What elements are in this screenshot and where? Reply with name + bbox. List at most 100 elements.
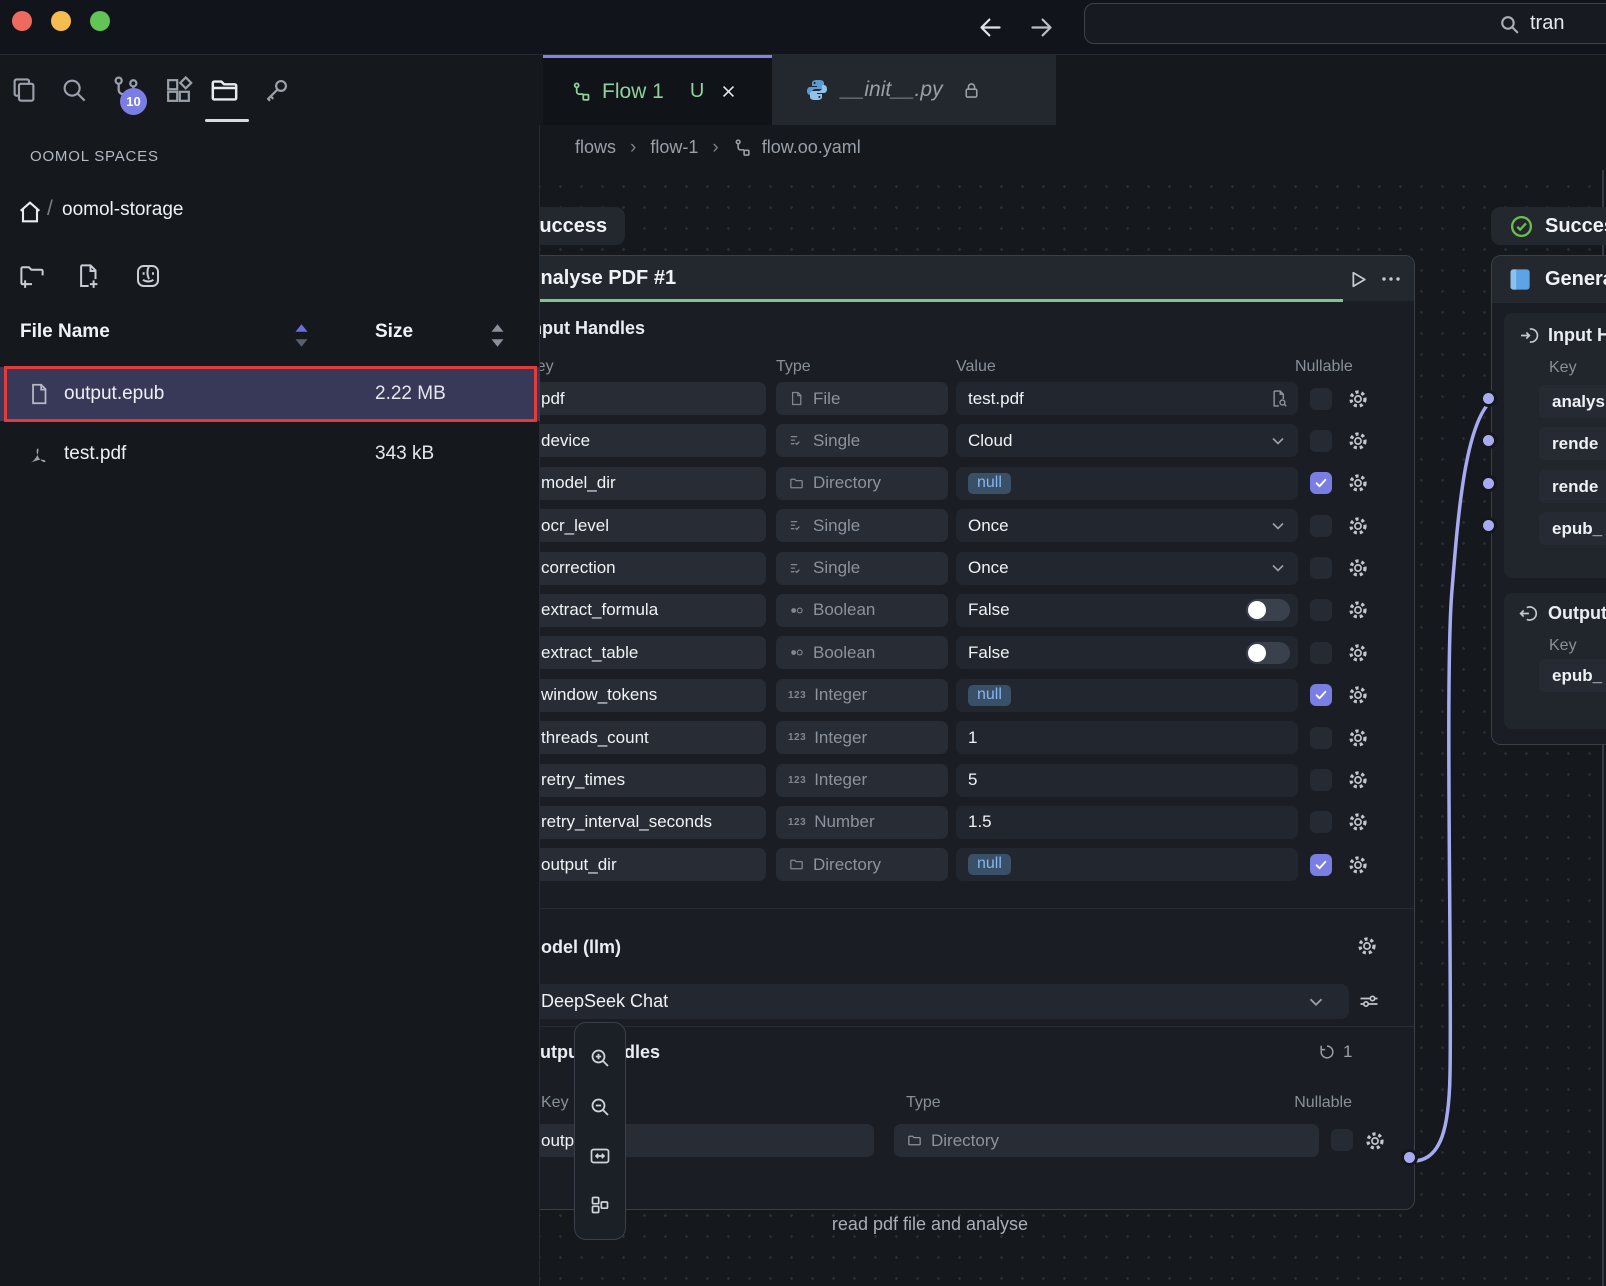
gear-icon[interactable] (1346, 810, 1370, 834)
key-field[interactable]: correction (540, 552, 766, 585)
nullable-checkbox[interactable] (1310, 727, 1332, 749)
activity-extensions-button[interactable] (160, 72, 196, 108)
input-field[interactable]: rende (1539, 427, 1606, 460)
nullable-checkbox[interactable] (1310, 557, 1332, 579)
breadcrumb-item-flows[interactable]: flows (575, 137, 616, 158)
key-field[interactable]: extract_table (540, 636, 766, 669)
node-header[interactable]: Genera (1492, 256, 1606, 303)
run-node-button[interactable] (1344, 266, 1370, 292)
breadcrumb-item-flow-yaml[interactable]: flow.oo.yaml (762, 137, 861, 158)
value-field[interactable]: test.pdf (956, 382, 1298, 415)
gear-icon[interactable] (1346, 556, 1370, 580)
tab-init-py[interactable]: __init__.py (772, 55, 1056, 125)
nullable-checkbox[interactable] (1310, 599, 1332, 621)
breadcrumb-item-flow-1[interactable]: flow-1 (650, 137, 698, 158)
input-handle-dot[interactable] (1480, 517, 1497, 534)
value-select[interactable]: Cloud (956, 424, 1298, 457)
home-button[interactable] (16, 198, 44, 226)
activity-secrets-button[interactable] (258, 72, 294, 108)
key-field[interactable]: retry_times (540, 764, 766, 797)
key-field[interactable]: model_dir (540, 467, 766, 500)
node-generate[interactable]: Genera Input H Key analys rende rende ep… (1491, 255, 1606, 745)
key-field[interactable]: retry_interval_seconds (540, 806, 766, 839)
gear-icon[interactable] (1346, 768, 1370, 792)
column-header-filename[interactable]: File Name (20, 321, 110, 343)
close-tab-button[interactable] (720, 83, 737, 100)
zoom-out-button[interactable] (587, 1094, 613, 1120)
input-handle-dot[interactable] (1480, 432, 1497, 449)
key-field[interactable]: ocr_level (540, 509, 766, 542)
auto-layout-button[interactable] (587, 1192, 613, 1218)
back-button[interactable] (972, 9, 1008, 45)
key-field[interactable]: window_tokens (540, 679, 766, 712)
node-analyse-pdf[interactable]: Analyse PDF #1 Input Handles Key Type Va… (540, 255, 1415, 1210)
gear-icon[interactable] (1346, 471, 1370, 495)
value-field[interactable]: null (956, 679, 1298, 712)
close-window-button[interactable] (12, 11, 32, 31)
filename-sort-control[interactable] (294, 322, 309, 349)
flow-canvas[interactable]: Success Analyse PDF #1 Input Handles Key… (540, 170, 1606, 1286)
nullable-checkbox[interactable] (1310, 769, 1332, 791)
output-handle-dot[interactable] (1401, 1149, 1418, 1166)
reveal-in-finder-button[interactable] (132, 260, 164, 292)
key-field[interactable]: output_dir (540, 848, 766, 881)
input-field[interactable]: epub_ (1539, 512, 1606, 545)
gear-icon[interactable] (1346, 853, 1370, 877)
column-header-size[interactable]: Size (375, 321, 413, 343)
nullable-checkbox[interactable] (1310, 472, 1332, 494)
gear-icon[interactable] (1355, 934, 1379, 958)
input-handle-dot[interactable] (1480, 475, 1497, 492)
input-field[interactable]: analys (1539, 385, 1606, 418)
value-select[interactable]: Once (956, 552, 1298, 585)
file-row-test-pdf[interactable]: test.pdf 343 kB (0, 427, 540, 481)
nullable-checkbox[interactable] (1310, 811, 1332, 833)
zoom-in-button[interactable] (587, 1045, 613, 1071)
activity-pages-button[interactable] (6, 72, 42, 108)
key-field[interactable]: device (540, 424, 766, 457)
new-file-button[interactable] (72, 260, 104, 292)
gear-icon[interactable] (1346, 387, 1370, 411)
node-header[interactable]: Analyse PDF #1 (540, 256, 1414, 301)
nullable-checkbox[interactable] (1310, 642, 1332, 664)
nullable-checkbox[interactable] (1331, 1129, 1353, 1151)
gear-icon[interactable] (1346, 641, 1370, 665)
gear-icon[interactable] (1346, 429, 1370, 453)
input-handle-dot[interactable] (1480, 390, 1497, 407)
maximize-window-button[interactable] (90, 11, 110, 31)
nullable-checkbox[interactable] (1310, 854, 1332, 876)
key-field[interactable]: extract_formula (540, 594, 766, 627)
node-more-button[interactable] (1378, 266, 1404, 292)
value-select[interactable]: Once (956, 509, 1298, 542)
handle-history-button[interactable]: 1 (1317, 1042, 1352, 1062)
nullable-checkbox[interactable] (1310, 430, 1332, 452)
input-field[interactable]: rende (1539, 470, 1606, 503)
minimize-window-button[interactable] (51, 11, 71, 31)
value-field[interactable]: 1 (956, 721, 1298, 754)
model-tune-button[interactable] (1357, 989, 1381, 1013)
forward-button[interactable] (1023, 9, 1059, 45)
fit-view-button[interactable] (587, 1143, 613, 1169)
file-picker-icon[interactable] (1268, 388, 1289, 409)
nullable-checkbox[interactable] (1310, 684, 1332, 706)
gear-icon[interactable] (1346, 598, 1370, 622)
activity-files-button[interactable] (206, 72, 242, 108)
key-field[interactable]: threads_count (540, 721, 766, 754)
global-search-input[interactable]: tran (1084, 3, 1606, 44)
boolean-toggle-off[interactable] (1246, 599, 1290, 621)
activity-search-button[interactable] (56, 72, 92, 108)
key-field[interactable]: pdf (540, 382, 766, 415)
nullable-checkbox[interactable] (1310, 388, 1332, 410)
size-sort-control[interactable] (490, 322, 505, 349)
boolean-toggle-off[interactable] (1246, 642, 1290, 664)
file-row-output-epub[interactable]: output.epub 2.22 MB (0, 367, 540, 421)
value-field[interactable]: null (956, 467, 1298, 500)
new-folder-button[interactable] (16, 260, 48, 292)
value-field[interactable]: 5 (956, 764, 1298, 797)
gear-icon[interactable] (1363, 1129, 1387, 1153)
tab-flow-1[interactable]: Flow 1 U (543, 55, 772, 125)
current-folder-label[interactable]: oomol-storage (62, 199, 183, 221)
gear-icon[interactable] (1346, 514, 1370, 538)
model-select[interactable]: DeepSeek Chat (540, 984, 1349, 1019)
output-field[interactable]: epub_ (1539, 659, 1606, 692)
gear-icon[interactable] (1346, 726, 1370, 750)
